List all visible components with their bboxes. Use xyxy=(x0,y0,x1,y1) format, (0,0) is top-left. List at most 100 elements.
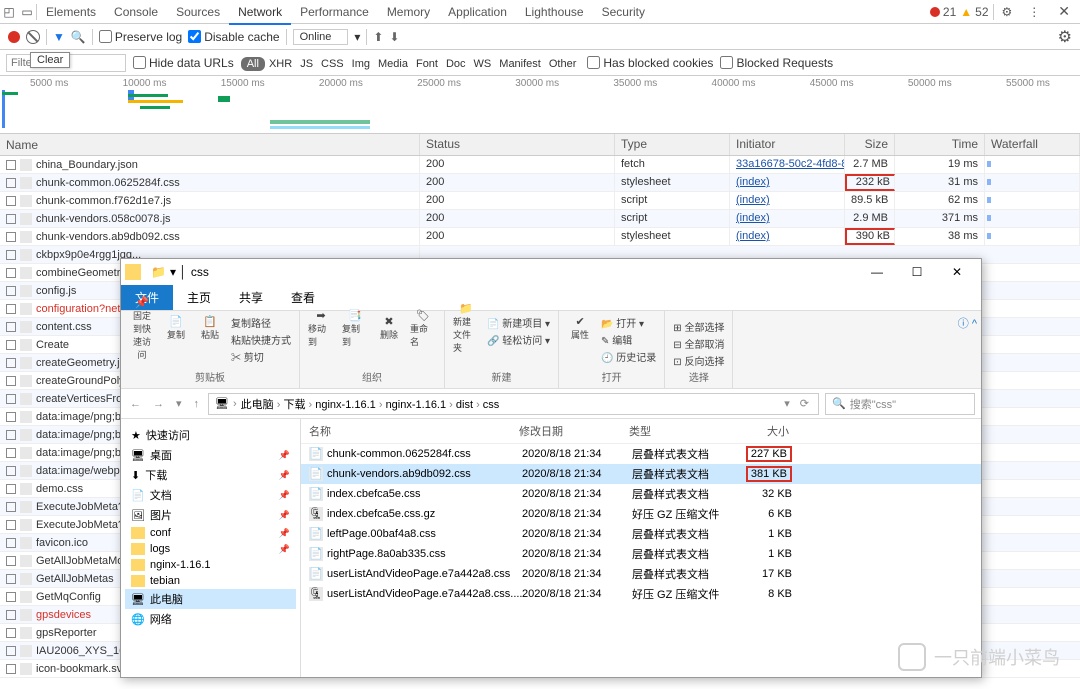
copy-path[interactable]: 复制路径 xyxy=(231,315,291,330)
close-devtools-icon[interactable]: ✕ xyxy=(1048,3,1080,20)
network-settings-icon[interactable]: ⚙ xyxy=(1058,27,1072,47)
col-name[interactable]: Name xyxy=(0,134,420,155)
nav-item[interactable]: tebian xyxy=(125,573,296,589)
file-row[interactable]: 📄chunk-vendors.ab9db092.css2020/8/18 21:… xyxy=(301,464,981,484)
throttling-select[interactable]: Online xyxy=(293,29,349,45)
navigation-pane[interactable]: ★快速访问🖥桌面📌⬇下载📌📄文档📌🖼图片📌conf📌logs📌nginx-1.1… xyxy=(121,419,301,677)
network-row[interactable]: chunk-common.0625284f.css200stylesheet(i… xyxy=(0,174,1080,192)
breadcrumb[interactable]: css xyxy=(483,399,500,411)
explorer-column-header[interactable]: 名称 修改日期 类型 大小 xyxy=(301,419,981,444)
file-row[interactable]: 📄leftPage.00baf4a8.css2020/8/18 21:34层叠样… xyxy=(301,524,981,544)
tab-security[interactable]: Security xyxy=(593,1,654,23)
nav-item[interactable]: 🖥桌面📌 xyxy=(125,445,296,465)
col-size[interactable]: Size xyxy=(845,134,895,155)
col-status[interactable]: Status xyxy=(420,134,615,155)
select-none[interactable]: ⊟ 全部取消 xyxy=(673,336,724,351)
filter-type-other[interactable]: Other xyxy=(545,57,581,71)
more-menu-icon[interactable]: ⋮ xyxy=(1020,5,1048,19)
warning-indicator-icon[interactable]: ▲ xyxy=(960,5,972,19)
explorer-tab[interactable]: 查看 xyxy=(277,285,329,310)
download-har-icon[interactable]: ⬇ xyxy=(389,30,399,44)
hide-data-urls-checkbox[interactable]: Hide data URLs xyxy=(133,56,234,70)
breadcrumb[interactable]: nginx-1.16.1 xyxy=(315,399,376,411)
filter-type-all[interactable]: All xyxy=(241,57,265,71)
network-row[interactable]: chunk-vendors.058c0078.js200script(index… xyxy=(0,210,1080,228)
refresh-button[interactable]: ⟳ xyxy=(797,397,812,410)
tab-memory[interactable]: Memory xyxy=(378,1,439,23)
blocked-cookies-checkbox[interactable]: Has blocked cookies xyxy=(587,56,713,70)
inspect-icon[interactable]: ◰ xyxy=(0,5,18,19)
search-icon[interactable]: 🔍 xyxy=(71,30,86,44)
rename[interactable]: 🏷重命名 xyxy=(410,315,436,341)
disable-cache-checkbox[interactable]: Disable cache xyxy=(188,30,279,44)
col-initiator[interactable]: Initiator xyxy=(730,134,845,155)
filter-type-font[interactable]: Font xyxy=(412,57,442,71)
forward-button[interactable]: → xyxy=(150,398,167,410)
file-row[interactable]: 📄userListAndVideoPage.e7a442a8.css2020/8… xyxy=(301,564,981,584)
breadcrumb[interactable]: 此电脑 xyxy=(241,399,274,411)
preserve-log-checkbox[interactable]: Preserve log xyxy=(99,30,182,44)
device-icon[interactable]: ▭ xyxy=(18,5,36,19)
nav-item[interactable]: 🖥此电脑 xyxy=(125,589,296,609)
breadcrumb[interactable]: dist xyxy=(456,399,473,411)
tab-application[interactable]: Application xyxy=(439,1,516,23)
throttle-dropdown-icon[interactable]: ▾ xyxy=(354,30,360,44)
nav-item[interactable]: ★快速访问 xyxy=(125,425,296,445)
file-row[interactable]: 📄rightPage.8a0ab335.css2020/8/18 21:34层叠… xyxy=(301,544,981,564)
tab-sources[interactable]: Sources xyxy=(167,1,229,23)
easy-access[interactable]: 🔗 轻松访问 ▾ xyxy=(487,332,550,347)
clear-button[interactable] xyxy=(26,30,40,44)
error-indicator-icon[interactable] xyxy=(930,7,940,17)
recent-dropdown[interactable]: ▾ xyxy=(173,397,185,410)
new-item[interactable]: 📄 新建项目 ▾ xyxy=(487,315,550,330)
filter-type-css[interactable]: CSS xyxy=(317,57,348,71)
file-row[interactable]: 📄chunk-common.0625284f.css2020/8/18 21:3… xyxy=(301,444,981,464)
new-folder[interactable]: 📁新建文件夹 xyxy=(453,315,479,341)
network-row[interactable]: chunk-common.f762d1e7.js200script(index)… xyxy=(0,192,1080,210)
cut[interactable]: ✂ 剪切 xyxy=(231,349,291,364)
filter-type-manifest[interactable]: Manifest xyxy=(495,57,545,71)
nav-item[interactable]: logs📌 xyxy=(125,541,296,557)
filter-type-ws[interactable]: WS xyxy=(470,57,496,71)
explorer-search-input[interactable]: 🔍 搜索"css" xyxy=(825,393,975,415)
nav-item[interactable]: conf📌 xyxy=(125,525,296,541)
nav-item[interactable]: 📄文档📌 xyxy=(125,485,296,505)
edit[interactable]: ✎ 编辑 xyxy=(601,332,656,347)
address-bar[interactable]: 🖥› 此电脑 › 下载 › nginx-1.16.1 › nginx-1.16.… xyxy=(208,393,819,415)
copy-to[interactable]: 📑复制到 xyxy=(342,315,368,341)
tab-console[interactable]: Console xyxy=(105,1,167,23)
nav-item[interactable]: 🖼图片📌 xyxy=(125,505,296,525)
settings-icon[interactable]: ⚙ xyxy=(994,5,1021,19)
col-time[interactable]: Time xyxy=(895,134,985,155)
explorer-title-bar[interactable]: 📁 ▾ │ css — ☐ ✕ xyxy=(121,259,981,285)
paste-shortcut[interactable]: 粘贴快捷方式 xyxy=(231,332,291,347)
back-button[interactable]: ← xyxy=(127,398,144,410)
file-row[interactable]: 🗜userListAndVideoPage.e7a442a8.css....20… xyxy=(301,584,981,604)
up-button[interactable]: ↑ xyxy=(191,398,203,410)
tab-performance[interactable]: Performance xyxy=(291,1,378,23)
file-row[interactable]: 🗜index.cbefca5e.css.gz2020/8/18 21:34好压 … xyxy=(301,504,981,524)
breadcrumb[interactable]: 下载 xyxy=(283,399,305,411)
col-type[interactable]: Type xyxy=(615,134,730,155)
blocked-requests-checkbox[interactable]: Blocked Requests xyxy=(720,56,833,70)
tab-elements[interactable]: Elements xyxy=(37,1,105,23)
explorer-tab[interactable]: 共享 xyxy=(225,285,277,310)
properties[interactable]: ✔属性 xyxy=(567,315,593,341)
tab-lighthouse[interactable]: Lighthouse xyxy=(516,1,593,23)
open-menu[interactable]: 📂 打开 ▾ xyxy=(601,315,656,330)
record-button[interactable] xyxy=(8,31,20,43)
copy-button[interactable]: 📄复制 xyxy=(163,315,189,341)
close-window-button[interactable]: ✕ xyxy=(937,259,977,285)
invert-selection[interactable]: ⊡ 反向选择 xyxy=(673,353,724,368)
history[interactable]: 🕘 历史记录 xyxy=(601,349,656,364)
filter-toggle-icon[interactable]: ▼ xyxy=(53,30,65,44)
explorer-tab[interactable]: 主页 xyxy=(173,285,225,310)
network-row[interactable]: chunk-vendors.ab9db092.css200stylesheet(… xyxy=(0,228,1080,246)
upload-har-icon[interactable]: ⬆ xyxy=(373,30,383,44)
ribbon-collapse-icon[interactable]: ⓘ ^ xyxy=(954,311,981,388)
timeline-overview[interactable]: 5000 ms10000 ms15000 ms20000 ms25000 ms3… xyxy=(0,76,1080,134)
minimize-button[interactable]: — xyxy=(857,259,897,285)
maximize-button[interactable]: ☐ xyxy=(897,259,937,285)
breadcrumb[interactable]: nginx-1.16.1 xyxy=(386,399,447,411)
tab-network[interactable]: Network xyxy=(229,1,291,25)
